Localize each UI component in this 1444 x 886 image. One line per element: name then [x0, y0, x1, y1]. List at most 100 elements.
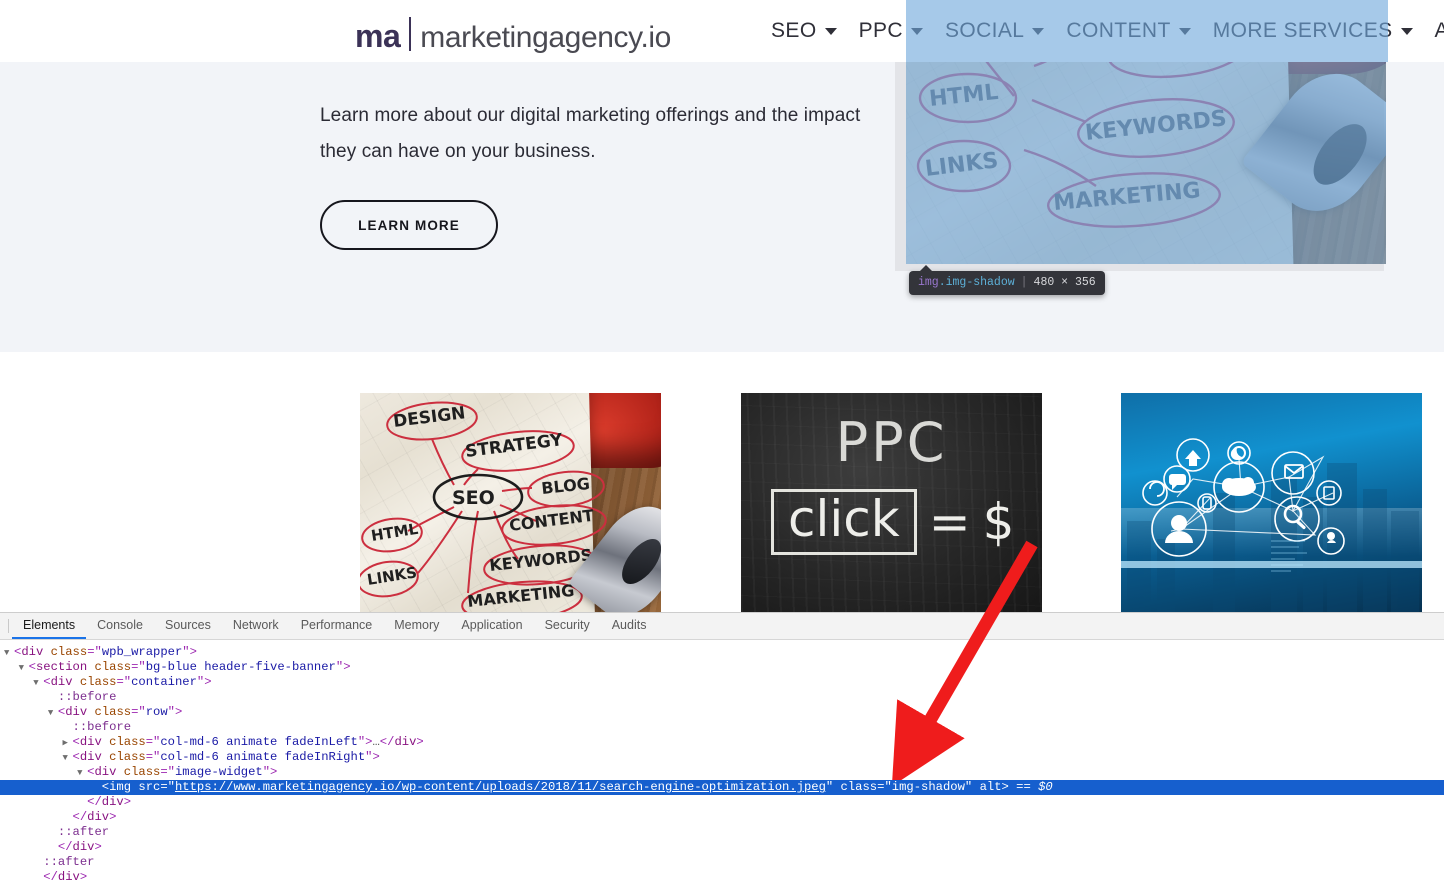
tab-elements[interactable]: Elements — [12, 613, 87, 639]
nav-item-ppc[interactable]: PPC — [848, 0, 934, 62]
tab-console[interactable]: Console — [86, 613, 154, 639]
pseudo-element-label: ::before — [72, 720, 132, 734]
pseudo-element-label: ::before — [57, 690, 117, 704]
chalk-dollar-sign: $ — [982, 493, 1015, 551]
disclosure-triangle-icon[interactable]: ▼ — [33, 676, 43, 691]
svg-text:SEO: SEO — [452, 487, 495, 509]
disclosure-triangle-icon[interactable] — [77, 796, 87, 811]
devtools-tabbar: Elements Console Sources Network Perform… — [0, 613, 1444, 640]
chalk-ppc-heading: PPC — [835, 411, 948, 474]
svg-text:STRATEGY: STRATEGY — [464, 430, 564, 462]
screenshot-root: Our clients rely on us for their growth.… — [0, 0, 1444, 886]
nav-label: SEO — [771, 19, 817, 42]
svg-text:MARKETING: MARKETING — [466, 581, 575, 611]
dom-node-selected[interactable]: <img src="https://www.marketingagency.io… — [0, 780, 1444, 795]
dom-tree[interactable]: ▼ <div class="wpb_wrapper"> ▼ <section cla… — [0, 640, 1444, 886]
tab-sources[interactable]: Sources — [154, 613, 222, 639]
feature-card-ppc[interactable]: PPC click = $ — [741, 393, 1042, 612]
disclosure-triangle-icon[interactable]: ▶ — [63, 736, 73, 751]
dom-node[interactable]: ▼ <div class="container"> — [0, 675, 1444, 690]
devtools-element-tooltip: img.img-shadow | 480 × 356 — [909, 265, 1105, 295]
tab-application[interactable]: Application — [450, 613, 533, 639]
chevron-down-icon — [1400, 27, 1413, 35]
chevron-down-icon — [824, 27, 837, 35]
logo-domain-text: marketingagency.io — [420, 21, 671, 54]
site-header: ma marketingagency.io SEO PPC SOCIAL CON… — [0, 0, 1444, 62]
ppc-chalkboard-photo: PPC click = $ — [741, 393, 1042, 612]
dom-node[interactable]: </div> — [0, 810, 1444, 825]
dom-node[interactable]: ▼ <div class="wpb_wrapper"> — [0, 645, 1444, 660]
disclosure-triangle-icon[interactable]: ▼ — [4, 646, 14, 661]
network-diagram — [1121, 438, 1422, 612]
tab-performance[interactable]: Performance — [290, 613, 384, 639]
svg-text:DESIGN: DESIGN — [392, 403, 466, 432]
disclosure-triangle-icon[interactable]: ▼ — [77, 766, 87, 781]
chalk-click-box: click — [771, 489, 917, 555]
disclosure-triangle-icon[interactable] — [33, 856, 43, 871]
feature-image-row: DESIGN STRATEGY BLOG CONTENT KEYWORDS MA… — [0, 352, 1444, 612]
hero-paragraph-2: Learn more about our digital marketing o… — [320, 105, 861, 162]
site-logo[interactable]: ma marketingagency.io — [355, 13, 671, 55]
svg-text:BLOG: BLOG — [540, 474, 590, 498]
nav-label: CONTENT — [1066, 19, 1171, 42]
chevron-down-icon — [910, 27, 923, 35]
dom-node[interactable]: ▼ <section class="bg-blue header-five-ban… — [0, 660, 1444, 675]
pseudo-element-label: ::after — [43, 855, 95, 869]
svg-text:LINKS: LINKS — [366, 563, 418, 589]
dom-node[interactable]: ▼ <div class="image-widget"> — [0, 765, 1444, 780]
dom-node[interactable]: ▼ <div class="row"> — [0, 705, 1444, 720]
dom-node[interactable]: </div> — [0, 795, 1444, 810]
nav-label: MORE SERVICES — [1212, 19, 1393, 42]
disclosure-triangle-icon[interactable]: ▼ — [48, 706, 58, 721]
dom-node[interactable]: ::after — [0, 825, 1444, 840]
svg-text:HTML: HTML — [370, 520, 420, 545]
seo-napkin-photo-thumb: DESIGN STRATEGY BLOG CONTENT KEYWORDS MA… — [360, 393, 661, 612]
svg-text:CONTENT: CONTENT — [508, 506, 595, 535]
dom-node[interactable]: ▶ <div class="col-md-6 animate fadeInLeft… — [0, 735, 1444, 750]
nav-label: SOCIAL — [944, 19, 1025, 42]
disclosure-triangle-icon[interactable]: ▼ — [63, 751, 73, 766]
disclosure-triangle-icon[interactable] — [63, 811, 73, 826]
nav-item-more-services[interactable]: MORE SERVICES — [1202, 0, 1424, 62]
dom-node[interactable]: </div> — [0, 840, 1444, 855]
digital-network-photo — [1121, 393, 1422, 612]
tooltip-dimensions: 480 × 356 — [1033, 276, 1096, 289]
nav-item-seo[interactable]: SEO — [760, 0, 848, 62]
chalk-equation: click = $ — [771, 489, 1014, 555]
tab-network[interactable]: Network — [222, 613, 290, 639]
feature-card-social[interactable] — [1121, 393, 1422, 612]
nav-label: ABOUT — [1434, 19, 1444, 42]
tooltip-class-name: .img-shadow — [938, 276, 1015, 289]
tooltip-tag-name: img — [918, 276, 939, 289]
disclosure-triangle-icon[interactable] — [48, 826, 58, 841]
disclosure-triangle-icon[interactable] — [33, 871, 43, 886]
disclosure-triangle-icon[interactable] — [48, 691, 58, 706]
feature-card-seo[interactable]: DESIGN STRATEGY BLOG CONTENT KEYWORDS MA… — [360, 393, 661, 612]
tab-security[interactable]: Security — [534, 613, 601, 639]
tab-memory[interactable]: Memory — [383, 613, 450, 639]
tooltip-pointer-icon — [919, 265, 933, 272]
nav-label: PPC — [858, 19, 903, 42]
chevron-down-icon — [1032, 27, 1045, 35]
dom-node[interactable]: ::before — [0, 690, 1444, 705]
dom-node[interactable]: </div> — [0, 870, 1444, 885]
learn-more-button[interactable]: LEARN MORE — [320, 200, 498, 250]
nav-item-social[interactable]: SOCIAL — [934, 0, 1055, 62]
disclosure-triangle-icon[interactable] — [63, 721, 73, 736]
tabbar-divider — [8, 619, 9, 633]
tab-audits[interactable]: Audits — [601, 613, 658, 639]
dom-node[interactable]: ::before — [0, 720, 1444, 735]
main-navigation: SEO PPC SOCIAL CONTENT MORE SERVICES ABO… — [760, 0, 1444, 62]
browser-viewport: Our clients rely on us for their growth.… — [0, 0, 1444, 612]
dom-node[interactable]: ::after — [0, 855, 1444, 870]
disclosure-triangle-icon[interactable] — [92, 781, 102, 796]
disclosure-triangle-icon[interactable]: ▼ — [19, 661, 29, 676]
nav-item-about[interactable]: ABOUT — [1424, 0, 1444, 62]
dom-node[interactable]: ▼ <div class="col-md-6 animate fadeInRigh… — [0, 750, 1444, 765]
chalk-equals-sign: = — [928, 493, 971, 551]
nav-item-content[interactable]: CONTENT — [1055, 0, 1201, 62]
disclosure-triangle-icon[interactable] — [48, 841, 58, 856]
pseudo-element-label: ::after — [57, 825, 110, 839]
devtools-panel: Elements Console Sources Network Perform… — [0, 612, 1444, 886]
tooltip-separator: | — [1020, 276, 1028, 289]
